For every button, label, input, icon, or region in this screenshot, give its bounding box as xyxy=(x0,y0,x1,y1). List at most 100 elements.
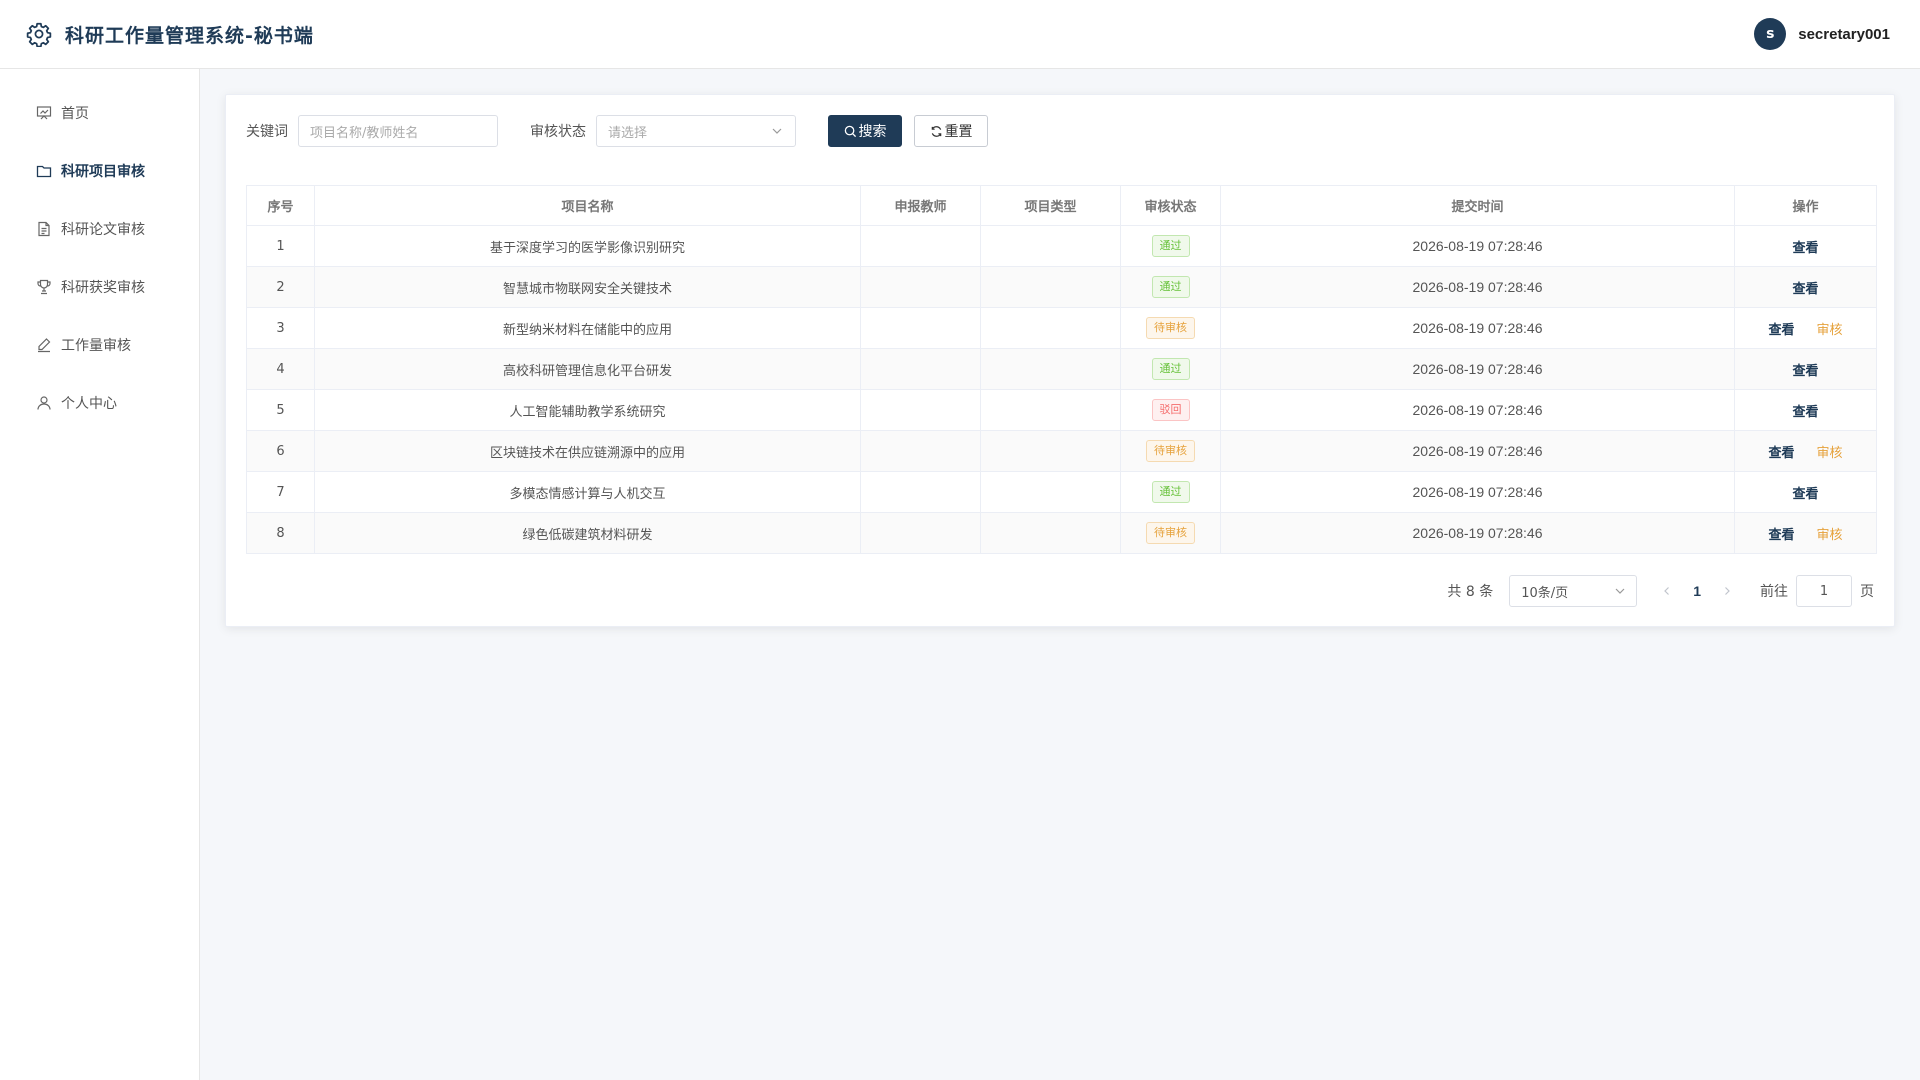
sidebar-item-label: 首页 xyxy=(61,106,89,122)
sidebar-item-workload-review[interactable]: 工作量审核 xyxy=(0,316,199,374)
search-button[interactable]: 搜索 xyxy=(828,115,902,147)
view-link[interactable]: 查看 xyxy=(1792,282,1818,297)
status-cell: 待审核 xyxy=(1120,307,1221,349)
presentation-board-icon xyxy=(36,105,52,121)
status-select[interactable]: 请选择 xyxy=(596,115,796,147)
actions-cell: 查看 审核 xyxy=(1734,430,1877,472)
column-header: 项目名称 xyxy=(314,185,861,226)
user-menu[interactable]: s secretary001 xyxy=(1754,18,1890,50)
status-badge: 通过 xyxy=(1151,276,1190,298)
submit-time-cell: 2026-08-19 07:28:46 xyxy=(1220,471,1735,513)
keyword-label: 关键词 xyxy=(246,124,288,140)
status-label: 审核状态 xyxy=(530,124,586,140)
project-table: 序号 项目名称 申报教师 项目类型 审核状态 提交时间 操作 1 基于深度学习的医… xyxy=(246,185,1877,554)
table-row: 7 多模态情感计算与人机交互 通过 2026-08-19 07:28:46 查看 xyxy=(246,471,1877,513)
audit-link[interactable]: 审核 xyxy=(1817,446,1843,461)
chevron-down-icon xyxy=(771,125,783,137)
gear-icon xyxy=(25,21,52,48)
teacher-cell xyxy=(860,348,981,390)
index-cell: 5 xyxy=(246,389,315,431)
status-badge: 待审核 xyxy=(1146,317,1195,339)
view-link[interactable]: 查看 xyxy=(1768,528,1794,543)
document-icon xyxy=(36,221,52,237)
status-badge: 通过 xyxy=(1151,235,1190,257)
prev-page-icon[interactable] xyxy=(1659,583,1675,599)
submit-time-cell: 2026-08-19 07:28:46 xyxy=(1220,389,1735,431)
project-name-cell: 人工智能辅助教学系统研究 xyxy=(314,389,861,431)
table-row: 4 高校科研管理信息化平台研发 通过 2026-08-19 07:28:46 查看 xyxy=(246,348,1877,390)
project-name-cell: 智慧城市物联网安全关键技术 xyxy=(314,266,861,308)
sidebar-item-paper-review[interactable]: 科研论文审核 xyxy=(0,200,199,258)
folder-icon xyxy=(36,163,52,179)
teacher-cell xyxy=(860,266,981,308)
sidebar-item-home[interactable]: 首页 xyxy=(0,84,199,142)
index-cell: 7 xyxy=(246,471,315,513)
goto-page-value: 1 xyxy=(1819,583,1829,599)
column-header: 提交时间 xyxy=(1220,185,1735,226)
status-cell: 通过 xyxy=(1120,348,1221,390)
app-title: 科研工作量管理系统-秘书端 xyxy=(65,24,314,47)
project-type-cell xyxy=(980,307,1121,349)
project-type-cell xyxy=(980,512,1121,554)
sidebar-item-profile[interactable]: 个人中心 xyxy=(0,374,199,432)
audit-link[interactable]: 审核 xyxy=(1817,323,1843,338)
table-header-row: 序号 项目名称 申报教师 项目类型 审核状态 提交时间 操作 xyxy=(246,185,1877,226)
project-name-cell: 区块链技术在供应链溯源中的应用 xyxy=(314,430,861,472)
actions-cell: 查看 xyxy=(1734,389,1877,431)
view-link[interactable]: 查看 xyxy=(1768,323,1794,338)
sidebar-item-project-review[interactable]: 科研项目审核 xyxy=(0,142,199,200)
project-name-cell: 新型纳米材料在储能中的应用 xyxy=(314,307,861,349)
project-type-cell xyxy=(980,471,1121,513)
audit-link[interactable]: 审核 xyxy=(1817,528,1843,543)
search-icon xyxy=(844,125,857,138)
status-cell: 待审核 xyxy=(1120,430,1221,472)
view-link[interactable]: 查看 xyxy=(1768,446,1794,461)
project-type-cell xyxy=(980,348,1121,390)
page-size-select[interactable]: 10条/页 xyxy=(1509,575,1638,607)
reset-button[interactable]: 重置 xyxy=(914,115,988,147)
teacher-cell xyxy=(860,389,981,431)
goto-label: 前往 xyxy=(1760,584,1788,600)
sidebar-item-label: 科研获奖审核 xyxy=(61,280,145,296)
submit-time-cell: 2026-08-19 07:28:46 xyxy=(1220,307,1735,349)
table-row: 3 新型纳米材料在储能中的应用 待审核 2026-08-19 07:28:46 查看 审核 xyxy=(246,307,1877,349)
status-cell: 通过 xyxy=(1120,471,1221,513)
actions-cell: 查看 xyxy=(1734,348,1877,390)
index-cell: 8 xyxy=(246,512,315,554)
actions-cell: 查看 xyxy=(1734,471,1877,513)
table-row: 6 区块链技术在供应链溯源中的应用 待审核 2026-08-19 07:28:46 查看… xyxy=(246,430,1877,472)
teacher-cell xyxy=(860,225,981,267)
username[interactable]: secretary001 xyxy=(1798,26,1890,43)
keyword-input[interactable]: 项目名称/教师姓名 xyxy=(298,115,498,147)
status-badge: 待审核 xyxy=(1146,440,1195,462)
table-row: 1 基于深度学习的医学影像识别研究 通过 2026-08-19 07:28:46 查看 xyxy=(246,225,1877,267)
table-row: 5 人工智能辅助教学系统研究 驳回 2026-08-19 07:28:46 查看 xyxy=(246,389,1877,431)
view-link[interactable]: 查看 xyxy=(1792,487,1818,502)
search-button-label: 搜索 xyxy=(858,124,887,140)
avatar[interactable]: s xyxy=(1754,18,1787,50)
goto-page-input[interactable]: 1 xyxy=(1796,575,1852,607)
column-header: 审核状态 xyxy=(1120,185,1221,226)
project-type-cell xyxy=(980,225,1121,267)
status-cell: 通过 xyxy=(1120,266,1221,308)
teacher-cell xyxy=(860,430,981,472)
sidebar: 首页 科研项目审核 科研论文审核 科研获奖审核 工作量审核 个人中心 xyxy=(0,69,200,1080)
next-page-icon[interactable] xyxy=(1719,583,1735,599)
status-badge: 驳回 xyxy=(1151,399,1190,421)
sidebar-item-award-review[interactable]: 科研获奖审核 xyxy=(0,258,199,316)
view-link[interactable]: 查看 xyxy=(1792,364,1818,379)
project-name-cell: 基于深度学习的医学影像识别研究 xyxy=(314,225,861,267)
view-link[interactable]: 查看 xyxy=(1792,241,1818,256)
page-size-value: 10条/页 xyxy=(1521,585,1569,601)
user-icon xyxy=(36,395,52,411)
actions-cell: 查看 xyxy=(1734,225,1877,267)
status-badge: 通过 xyxy=(1151,358,1190,380)
page-number[interactable]: 1 xyxy=(1693,583,1701,599)
actions-cell: 查看 xyxy=(1734,266,1877,308)
status-badge: 待审核 xyxy=(1146,522,1195,544)
actions-cell: 查看 审核 xyxy=(1734,512,1877,554)
project-name-cell: 绿色低碳建筑材料研发 xyxy=(314,512,861,554)
status-cell: 驳回 xyxy=(1120,389,1221,431)
keyword-placeholder: 项目名称/教师姓名 xyxy=(310,125,419,141)
view-link[interactable]: 查看 xyxy=(1792,405,1818,420)
